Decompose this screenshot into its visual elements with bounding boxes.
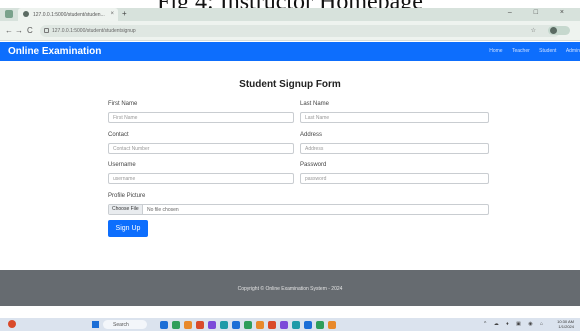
taskbar-app-icon[interactable] [280, 321, 288, 329]
profile-avatar[interactable] [548, 26, 570, 35]
page-title: Student Signup Form [239, 79, 341, 90]
taskbar-app-icon[interactable] [232, 321, 240, 329]
close-tab-icon[interactable]: × [110, 11, 114, 17]
page-footer: Copyright © Online Examination System - … [0, 270, 580, 306]
address-label: Address [300, 132, 323, 138]
site-info-icon[interactable] [44, 28, 49, 33]
window-controls[interactable]: – □ × [508, 9, 574, 16]
choose-file-button[interactable]: Choose File [109, 205, 143, 214]
taskbar-app-icon[interactable] [220, 321, 228, 329]
footer-copyright: Copyright © Online Examination System - … [237, 286, 343, 292]
taskbar-app-icon[interactable] [304, 321, 312, 329]
browser-tab-bar: 127.0.0.1:5000/student/studen... × + – □… [0, 8, 580, 21]
app-navbar: Online Examination Home Teacher Student … [0, 42, 580, 61]
taskbar-app-icon[interactable] [244, 321, 252, 329]
address-field[interactable]: Address [300, 143, 489, 154]
reload-icon[interactable]: C [27, 26, 33, 35]
taskbar-app-icon[interactable] [160, 321, 168, 329]
taskbar-app-icon[interactable] [172, 321, 180, 329]
file-status-text: No file chosen [147, 207, 179, 213]
taskbar-app-icon[interactable] [184, 321, 192, 329]
contact-label: Contact [108, 132, 129, 138]
taskbar-app-icon[interactable] [196, 321, 204, 329]
nav-link-home[interactable]: Home [489, 48, 502, 54]
nav-link-student[interactable]: Student [539, 48, 556, 54]
os-taskbar: Search ^ ☁ ♦ ▣ ◉ ⌂ 10:30 AM 1/1/2024 [0, 318, 580, 331]
forward-icon[interactable]: → [15, 26, 23, 35]
taskbar-app-icon[interactable] [208, 321, 216, 329]
address-bar-row: ← → C 127.0.0.1:5000/student/studentsign… [0, 21, 580, 41]
profile-picture-label: Profile Picture [108, 193, 146, 199]
username-label: Username [108, 162, 136, 168]
brand-title[interactable]: Online Examination [8, 46, 101, 57]
weather-icon[interactable] [8, 320, 16, 328]
new-tab-icon[interactable]: + [122, 10, 130, 18]
first-name-label: First Name [108, 101, 138, 107]
url-text: 127.0.0.1:5000/student/studentsignup [52, 28, 136, 34]
back-icon[interactable]: ← [5, 26, 13, 35]
taskbar-app-icon[interactable] [256, 321, 264, 329]
browser-tab[interactable]: 127.0.0.1:5000/student/studen... × [18, 8, 118, 21]
last-name-label: Last Name [300, 101, 330, 107]
taskbar-app-icon[interactable] [268, 321, 276, 329]
globe-icon [23, 11, 29, 17]
contact-field[interactable]: Contact Number [108, 143, 294, 154]
nav-link-admin[interactable]: Admin [566, 48, 580, 54]
clock-date: 1/1/2024 [558, 324, 574, 329]
first-name-field[interactable]: First Name [108, 112, 294, 123]
start-menu-icon[interactable] [92, 321, 99, 328]
password-label: Password [300, 162, 327, 168]
bookmark-star-icon[interactable]: ☆ [531, 27, 536, 34]
url-input[interactable]: 127.0.0.1:5000/student/studentsignup [40, 25, 560, 37]
password-field[interactable]: password [300, 173, 489, 184]
last-name-field[interactable]: Last Name [300, 112, 489, 123]
taskbar-app-icon[interactable] [292, 321, 300, 329]
nav-link-teacher[interactable]: Teacher [512, 48, 530, 54]
browser-window-icon [5, 10, 13, 18]
tab-title: 127.0.0.1:5000/student/studen... [33, 12, 105, 18]
clock[interactable]: 10:30 AM 1/1/2024 [557, 319, 574, 329]
sign-up-button[interactable]: Sign Up [108, 220, 148, 237]
system-tray-icons[interactable]: ^ ☁ ♦ ▣ ◉ ⌂ [484, 321, 546, 327]
taskbar-search[interactable]: Search [103, 320, 147, 329]
username-field[interactable]: username [108, 173, 294, 184]
nav-links: Home Teacher Student Admin [481, 48, 580, 54]
taskbar-app-icon[interactable] [328, 321, 336, 329]
taskbar-app-icon[interactable] [316, 321, 324, 329]
profile-picture-input[interactable]: Choose File No file chosen [108, 204, 489, 215]
